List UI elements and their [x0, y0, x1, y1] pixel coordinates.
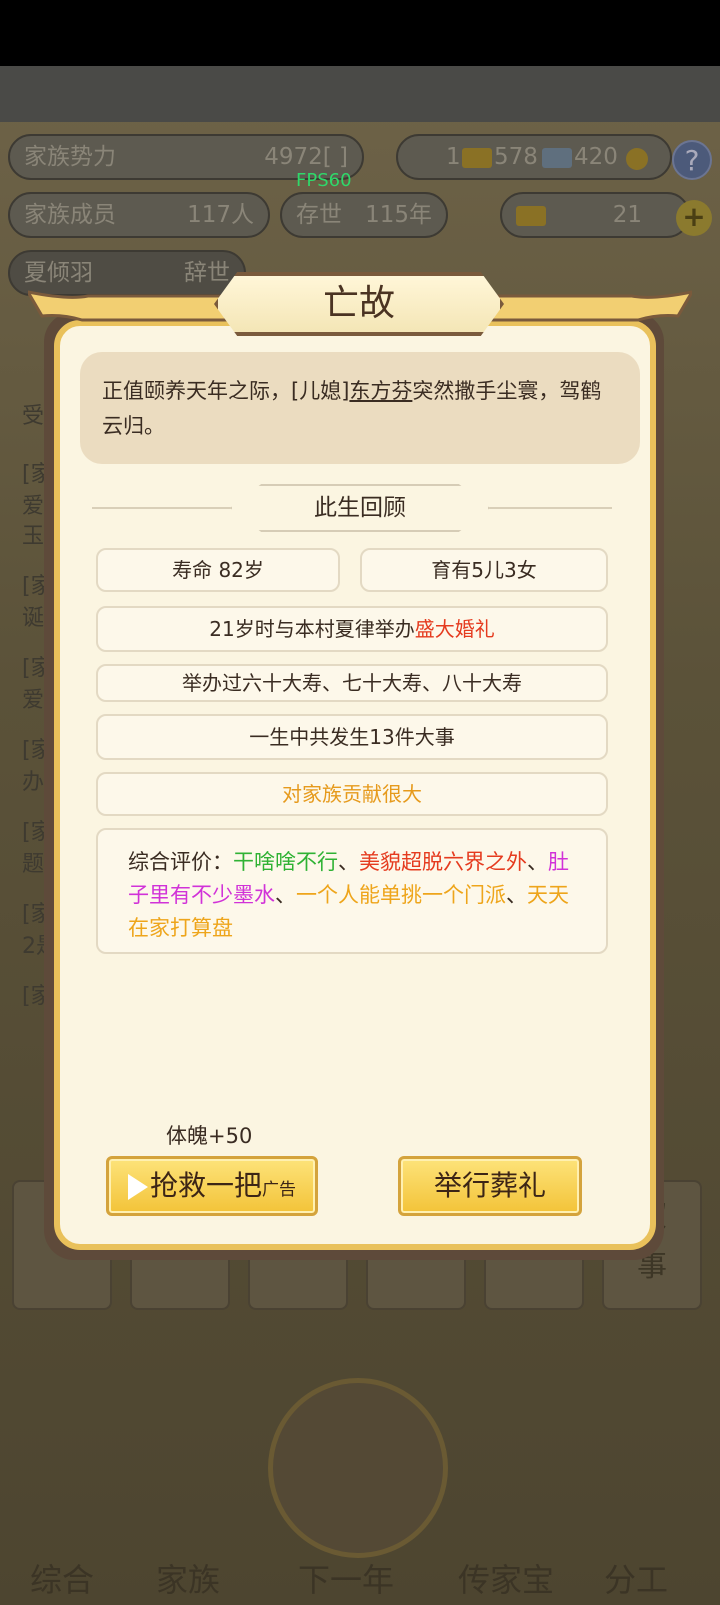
nav-family[interactable]: 家族	[156, 1555, 220, 1601]
next-year-emblem[interactable]	[268, 1378, 448, 1558]
ingot-value: 21	[612, 202, 642, 228]
members-label: 家族成员	[24, 202, 116, 228]
family-power-value: 4972	[264, 144, 323, 170]
alive-chip[interactable]: 存世 115年	[280, 192, 448, 238]
currency-c: 420	[574, 144, 618, 170]
funeral-label: 举行葬礼	[433, 1169, 546, 1202]
family-power-label: 家族势力	[24, 144, 116, 170]
ingot-icon	[516, 206, 546, 226]
lifespan-text: 寿命 82岁	[172, 558, 264, 582]
birthdays-text: 举办过六十大寿、七十大寿、八十大寿	[182, 671, 522, 695]
evaluation-box: 综合评价：干啥啥不行、美貌超脱六界之外、肚子里有不少墨水、一个人能单挑一个门派、…	[96, 828, 608, 954]
gold-bar-icon	[462, 148, 492, 168]
list-item: 诞	[22, 606, 45, 631]
divider-right	[488, 507, 612, 509]
currency-b: 578	[494, 144, 538, 170]
ad-label: 广告	[262, 1180, 296, 1200]
list-item: 受	[22, 404, 45, 429]
nav-heirloom[interactable]: 传家宝	[458, 1555, 554, 1601]
nav-division[interactable]: 分工	[604, 1555, 668, 1601]
currency-a: 1	[446, 144, 461, 170]
list-item: 题	[22, 852, 45, 877]
silver-bar-icon	[542, 148, 572, 168]
trait-1: 干啥啥不行	[233, 850, 338, 874]
status-bar	[0, 0, 720, 66]
nav-next-year[interactable]: 下一年	[298, 1555, 394, 1601]
currency-chip[interactable]: 1 578 420	[396, 134, 672, 180]
alive-value: 115年	[365, 202, 432, 228]
list-item: 爱	[22, 494, 45, 519]
reward-text: 体魄+50	[166, 1124, 253, 1148]
contribution-text: 对家族贡献很大	[282, 782, 422, 806]
divider-left	[92, 507, 232, 509]
ingot-chip[interactable]: 21	[500, 192, 690, 238]
section-title: 此生回顾	[314, 495, 406, 521]
contribution-box: 对家族贡献很大	[96, 772, 608, 816]
dialog-title: 亡故	[322, 283, 395, 324]
help-icon[interactable]: ?	[672, 140, 712, 180]
video-play-icon	[127, 1174, 148, 1200]
funeral-button[interactable]: 举行葬礼	[398, 1156, 582, 1216]
add-ingot-icon[interactable]: +	[676, 200, 712, 236]
children-text: 育有5儿3女	[431, 558, 537, 582]
list-item: 爱	[22, 688, 45, 713]
trait-2: 美貌超脱六界之外	[359, 850, 527, 874]
coin-icon	[626, 148, 648, 170]
members-value: 117人	[187, 202, 254, 228]
events-box: 一生中共发生13件大事	[96, 714, 608, 760]
marriage-highlight: 盛大婚礼	[414, 617, 495, 641]
evaluation-label: 综合评价：	[128, 850, 233, 874]
message-prefix: 正值颐养天年之际，[儿媳]	[102, 379, 350, 403]
marriage-box: 21岁时与本村夏律举办盛大婚礼	[96, 606, 608, 652]
events-text: 一生中共发生13件大事	[249, 725, 455, 749]
trait-4: 一个人能单挑一个门派	[296, 883, 506, 907]
lifespan-box: 寿命 82岁	[96, 548, 340, 592]
top-bar	[0, 66, 720, 122]
alive-label: 存世	[296, 202, 342, 228]
marriage-text: 21岁时与本村夏律举办	[209, 617, 415, 641]
rescue-label: 抢救一把	[149, 1169, 262, 1202]
nav-overview[interactable]: 综合	[30, 1555, 94, 1601]
list-item: 玉	[22, 524, 45, 549]
fps-counter: FPS60	[296, 170, 352, 191]
birthdays-box: 举办过六十大寿、七十大寿、八十大寿	[96, 664, 608, 702]
person-name: 夏倾羽	[24, 260, 93, 286]
death-message: 正值颐养天年之际，[儿媳]东方芬突然撒手尘寰，驾鹤云归。	[80, 352, 640, 464]
rescue-button[interactable]: 抢救一把广告	[106, 1156, 318, 1216]
members-chip[interactable]: 家族成员 117人	[8, 192, 270, 238]
children-box: 育有5儿3女	[360, 548, 608, 592]
list-item: 办	[22, 770, 45, 795]
family-power-tag: [ ]	[322, 144, 348, 170]
deceased-name[interactable]: 东方芬	[349, 379, 412, 403]
